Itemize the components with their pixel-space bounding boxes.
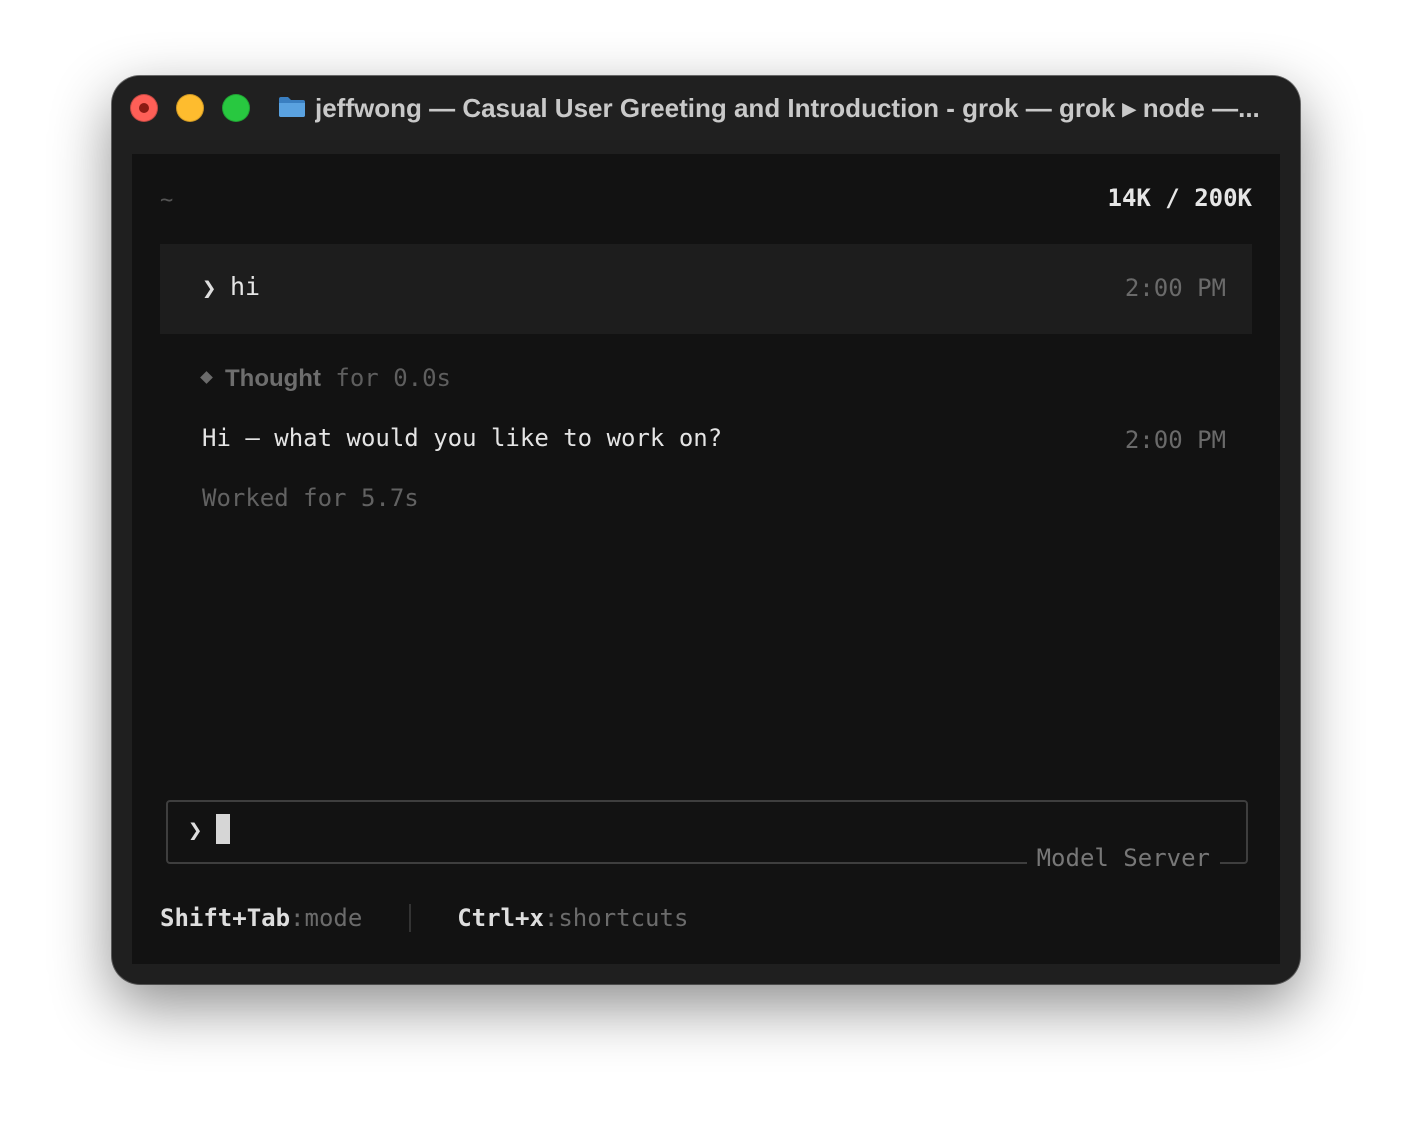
shortcut-mode-action: mode xyxy=(304,904,363,932)
token-usage: 14K / 200K xyxy=(1107,184,1253,212)
minimize-button[interactable] xyxy=(176,94,204,122)
user-message-text: hi xyxy=(230,272,261,301)
thought-label: Thought xyxy=(225,365,321,392)
thought-duration: for 0.0s xyxy=(335,364,451,392)
model-label[interactable]: Model Server xyxy=(1026,844,1220,872)
assistant-message-text: Hi — what would you like to work on? xyxy=(202,424,723,452)
chevron-right-icon: ❯ xyxy=(188,816,203,844)
chevron-right-icon: ❯ xyxy=(202,274,217,302)
shortcut-shortcuts-action: shortcuts xyxy=(558,904,689,932)
close-button[interactable] xyxy=(130,94,158,122)
user-message-time: 2:00 PM xyxy=(1124,274,1226,302)
worked-duration: Worked for 5.7s xyxy=(202,484,419,512)
diamond-icon xyxy=(200,371,213,384)
shortcut-mode-key: Shift+Tab xyxy=(160,904,291,932)
divider xyxy=(408,904,411,932)
window-title: jeffwong — Casual User Greeting and Intr… xyxy=(315,93,1260,123)
terminal-window: jeffwong — Casual User Greeting and Intr… xyxy=(112,76,1300,984)
assistant-message-time: 2:00 PM xyxy=(1124,426,1226,454)
folder-icon xyxy=(279,97,305,117)
shortcut-shortcuts-key: Ctrl+x xyxy=(457,904,544,932)
current-directory: ~ xyxy=(160,188,174,213)
zoom-button[interactable] xyxy=(222,94,250,122)
title-bar[interactable]: jeffwong — Casual User Greeting and Intr… xyxy=(112,76,1300,140)
prompt-input[interactable]: ❯ Model Server xyxy=(166,800,1248,872)
shortcut-bar: Shift+Tab:mode Ctrl+x:shortcuts xyxy=(160,904,689,932)
terminal-content[interactable]: ~ 14K / 200K ❯ hi 2:00 PM Thought for 0.… xyxy=(132,154,1280,964)
user-message: ❯ hi 2:00 PM xyxy=(160,244,1252,334)
thought-indicator[interactable]: Thought for 0.0s xyxy=(200,364,451,393)
close-icon xyxy=(139,103,149,113)
text-cursor xyxy=(216,814,230,844)
